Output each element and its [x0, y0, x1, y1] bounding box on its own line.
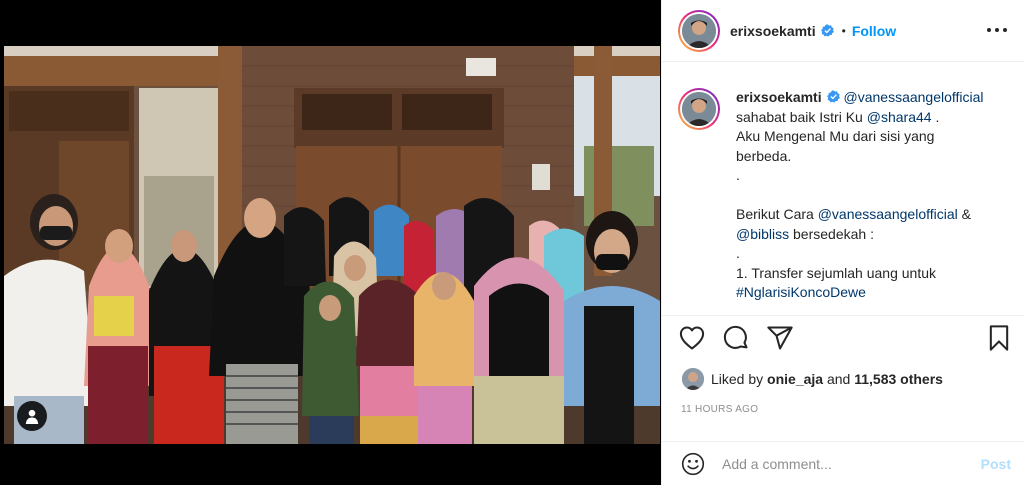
liker-username[interactable]: onie_aja [767, 371, 823, 387]
caption-line: sahabat baik Istri Ku @shara44 . [736, 108, 984, 128]
post-side-panel: erixsoekamti • Follow erixsoekamti @vane… [661, 0, 1024, 485]
user-tag-icon[interactable] [17, 401, 47, 431]
comment-input[interactable] [722, 455, 962, 472]
header-separator: • [841, 23, 846, 38]
heart-icon[interactable] [678, 324, 706, 352]
avatar[interactable] [678, 9, 720, 52]
likes-middle: and [826, 371, 851, 387]
caption-text-run: bersedekah : [789, 225, 874, 242]
paper-plane-icon[interactable] [766, 324, 794, 352]
verified-badge-icon [820, 24, 834, 37]
post-timestamp[interactable]: 11 HOURS AGO [681, 404, 758, 415]
likes-others-link[interactable]: 11,583 others [854, 371, 943, 387]
caption-line: . [736, 245, 740, 261]
mention-link[interactable]: @bibliss [736, 226, 789, 242]
caption-line: berbeda. [736, 147, 792, 164]
avatar-image [682, 13, 716, 48]
caption-avatar[interactable] [678, 88, 720, 130]
caption-text-run: . [931, 108, 940, 125]
caption-text-run: sahabat baik Istri Ku [736, 108, 867, 125]
caption-line: @bibliss bersedekah : [736, 225, 984, 245]
caption-line: erixsoekamti @vanessaangelofficial [736, 88, 984, 108]
likes-prefix: Liked by [711, 371, 764, 387]
mention-link[interactable]: @vanessaangelofficial [818, 206, 958, 222]
more-options-icon[interactable] [987, 22, 1007, 38]
post-actions [662, 315, 1024, 359]
post-media[interactable] [0, 0, 661, 485]
header-username[interactable]: erixsoekamti [730, 23, 816, 39]
post-photo[interactable] [4, 46, 660, 444]
follow-button[interactable]: Follow [852, 23, 896, 39]
mention-link[interactable]: @vanessaangelofficial [844, 89, 984, 105]
caption-line: Berikut Cara @vanessaangelofficial & [736, 205, 984, 225]
caption-line: 1. Transfer sejumlah uang untuk [736, 264, 937, 281]
comment-bubble-icon[interactable] [722, 324, 750, 352]
post-comment-button[interactable]: Post [981, 456, 1011, 472]
mention-link[interactable]: @shara44 [867, 109, 932, 125]
post-header: erixsoekamti • Follow [662, 0, 1024, 62]
caption-scroll-area[interactable]: erixsoekamti @vanessaangelofficial sahab… [662, 62, 1024, 315]
comment-bar: Post [662, 441, 1024, 485]
caption-text: erixsoekamti @vanessaangelofficial sahab… [736, 88, 984, 315]
caption-text-run: Berikut Cara [736, 206, 818, 222]
caption-avatar-image [682, 92, 716, 126]
hashtag-link[interactable]: #NglarisiKoncoDewe [736, 283, 984, 303]
instagram-post: erixsoekamti • Follow erixsoekamti @vane… [0, 0, 1024, 485]
verified-badge-icon [826, 90, 840, 103]
liker-avatar[interactable] [682, 368, 704, 390]
caption-text-run: & [957, 206, 971, 222]
caption-line: . [736, 167, 740, 183]
likes-summary: Liked by onie_aja and 11,583 others [682, 368, 943, 390]
caption-line: Aku Mengenal Mu dari sisi yang [736, 128, 935, 144]
bookmark-icon[interactable] [985, 324, 1013, 352]
smiley-icon[interactable] [680, 451, 706, 477]
caption-username[interactable]: erixsoekamti [736, 89, 822, 105]
